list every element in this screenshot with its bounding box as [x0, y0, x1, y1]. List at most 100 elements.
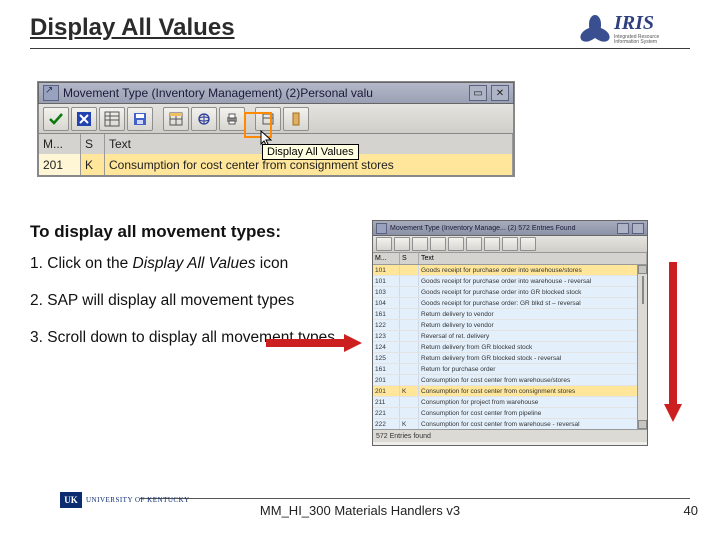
cell-t: Consumption for cost center from pipelin… — [419, 408, 647, 418]
cell-t: Reversal of ret. delivery — [419, 331, 647, 341]
cell-s — [400, 408, 419, 418]
cell-s: K — [400, 386, 419, 396]
save-icon[interactable] — [127, 107, 153, 131]
cell-m: 211 — [373, 397, 400, 407]
print-icon[interactable] — [219, 107, 245, 131]
window-restore-icon[interactable] — [43, 85, 59, 101]
sap2-toolbar — [373, 236, 647, 253]
table-row[interactable]: 201Consumption for cost center from ware… — [373, 375, 647, 386]
layout-grid-icon[interactable] — [163, 107, 189, 131]
check-icon[interactable] — [43, 107, 69, 131]
minimize-button[interactable]: ▭ — [469, 85, 487, 101]
cell-m: 222 — [373, 419, 400, 429]
table-row[interactable]: 161Return delivery to vendor — [373, 309, 647, 320]
status-bar: 572 Entries found — [373, 429, 647, 442]
col-header-movement[interactable]: M... — [39, 134, 81, 154]
settings-grid-icon[interactable] — [412, 237, 428, 251]
window-restore-icon[interactable] — [376, 223, 387, 234]
cell-s — [400, 309, 419, 319]
cell-s — [400, 320, 419, 330]
cell-t: Consumption for cost center from warehou… — [419, 419, 647, 429]
cell-t: Return delivery to vendor — [419, 320, 647, 330]
scroll-thumb[interactable] — [642, 276, 644, 304]
table-row[interactable]: 123Reversal of ret. delivery — [373, 331, 647, 342]
cell-s — [400, 298, 419, 308]
sap-titlebar: Movement Type (Inventory Management) (2)… — [38, 82, 514, 104]
print-icon[interactable] — [484, 237, 500, 251]
table-row[interactable]: 161 Return for purchase order — [373, 364, 647, 375]
table-row[interactable]: 125Return delivery from GR blocked stock… — [373, 353, 647, 364]
close-button[interactable] — [632, 223, 644, 234]
col-header-movement[interactable]: M... — [373, 253, 400, 264]
col-header-special[interactable]: S — [81, 134, 105, 154]
cell-s — [400, 287, 419, 297]
cell-m: 201 — [373, 386, 400, 396]
close-button[interactable]: ✕ — [491, 85, 509, 101]
cell-s — [400, 397, 419, 407]
minimize-button[interactable] — [617, 223, 629, 234]
expand-icon[interactable] — [255, 107, 281, 131]
check-icon[interactable] — [376, 237, 392, 251]
sap2-titlebar: Movement Type (Inventory Manage... (2) 5… — [373, 221, 647, 236]
scroll-up-button[interactable] — [638, 265, 647, 274]
status-text: 572 Entries found — [376, 433, 431, 440]
collapse-icon[interactable] — [520, 237, 536, 251]
cell-t: Consumption for cost center from warehou… — [419, 375, 647, 385]
cell-t: Return for purchase order — [419, 364, 647, 374]
table-row[interactable]: 104 Goods receipt for purchase order: GR … — [373, 298, 647, 309]
settings-grid-icon[interactable] — [99, 107, 125, 131]
table-row[interactable]: 124Return delivery from GR blocked stock — [373, 342, 647, 353]
cell-m: 122 — [373, 320, 400, 330]
scrollbar[interactable] — [637, 265, 647, 429]
table-row[interactable]: 211Consumption for project from warehous… — [373, 397, 647, 408]
slide-title-text: Display All Values — [30, 14, 235, 41]
collapse-icon[interactable] — [283, 107, 309, 131]
cell-t: Goods receipt for purchase order into wa… — [419, 276, 647, 286]
sap2-table-body: 101 Goods receipt for purchase order into… — [373, 265, 647, 429]
table-row[interactable]: 101Goods receipt for purchase order into… — [373, 265, 647, 276]
cell-m: 104 — [373, 298, 400, 308]
display-all-values-icon[interactable] — [191, 107, 217, 131]
expand-icon[interactable] — [502, 237, 518, 251]
footer-divider — [140, 498, 690, 499]
display-all-values-icon[interactable] — [466, 237, 482, 251]
iris-flower-icon — [580, 13, 610, 43]
cell-s — [400, 364, 419, 374]
sap-toolbar — [38, 104, 514, 134]
iris-name: IRIS — [614, 12, 659, 35]
cell-t: Goods receipt for purchase order into GR… — [419, 287, 647, 297]
cancel-icon[interactable] — [71, 107, 97, 131]
cell-m: 161 — [373, 309, 400, 319]
table-row[interactable]: 201KConsumption for cost center from con… — [373, 386, 647, 397]
sap-results-window: Movement Type (Inventory Manage... (2) 5… — [372, 220, 648, 446]
cell-m: 221 — [373, 408, 400, 418]
col-header-special[interactable]: S — [400, 253, 419, 264]
layout-grid-icon[interactable] — [448, 237, 464, 251]
footer-center-text: MM_HI_300 Materials Handlers v3 — [0, 503, 720, 518]
cell-t: Goods receipt for purchase order: GR blk… — [419, 298, 647, 308]
save-icon[interactable] — [430, 237, 446, 251]
cell-special: K — [81, 154, 105, 175]
cell-m: 124 — [373, 342, 400, 352]
col-header-text[interactable]: Text — [419, 253, 647, 264]
cell-movement: 201 — [39, 154, 81, 175]
cell-m: 161 — [373, 364, 400, 374]
table-row[interactable]: 101 Goods receipt for purchase order into… — [373, 276, 647, 287]
cell-s — [400, 265, 419, 275]
table-row[interactable]: 222KConsumption for cost center from war… — [373, 419, 647, 429]
cell-s — [400, 375, 419, 385]
list-item: 1. Click on the Display All Values icon — [30, 254, 360, 275]
cell-m: 101 — [373, 265, 400, 275]
sap-popup-window: Movement Type (Inventory Management) (2)… — [38, 82, 514, 176]
cell-m: 103 — [373, 287, 400, 297]
cancel-icon[interactable] — [394, 237, 410, 251]
table-row[interactable]: 103 Goods receipt for purchase order into… — [373, 287, 647, 298]
table-row[interactable]: 122 Return delivery to vendor — [373, 320, 647, 331]
tooltip: Display All Values — [262, 144, 359, 160]
cell-s: K — [400, 419, 419, 429]
title-divider — [30, 48, 690, 49]
tooltip-text: Display All Values — [267, 146, 354, 158]
cell-m: 101 — [373, 276, 400, 286]
table-row[interactable]: 221 Consumption for cost center from pipe… — [373, 408, 647, 419]
scroll-down-button[interactable] — [638, 420, 647, 429]
